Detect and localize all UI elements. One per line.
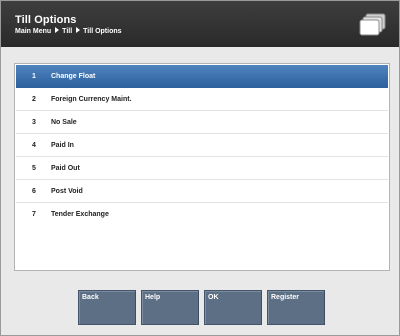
- item-number: 2: [32, 96, 36, 103]
- back-button[interactable]: Back: [78, 290, 136, 325]
- item-label: Paid In: [51, 142, 74, 149]
- list-item[interactable]: 1 Change Float: [16, 65, 388, 88]
- breadcrumb-arrow-icon: [76, 27, 81, 33]
- list-item[interactable]: 5 Paid Out: [16, 157, 388, 180]
- item-label: No Sale: [51, 119, 77, 126]
- item-number: 5: [32, 165, 36, 172]
- breadcrumb-item-main-menu[interactable]: Main Menu: [15, 28, 51, 35]
- list-item[interactable]: 3 No Sale: [16, 111, 388, 134]
- item-number: 6: [32, 188, 36, 195]
- page-title: Till Options: [15, 14, 77, 26]
- breadcrumb-arrow-icon: [55, 27, 60, 33]
- list-item[interactable]: 6 Post Void: [16, 180, 388, 203]
- item-number: 7: [32, 211, 36, 218]
- item-label: Change Float: [51, 73, 96, 80]
- header-bar: Till Options Main Menu Till Till Options: [1, 1, 399, 47]
- item-label: Tender Exchange: [51, 211, 109, 218]
- register-button[interactable]: Register: [267, 290, 325, 325]
- list-item[interactable]: 7 Tender Exchange: [16, 203, 388, 225]
- options-list: 1 Change Float 2 Foreign Currency Maint.…: [14, 63, 390, 271]
- list-item[interactable]: 2 Foreign Currency Maint.: [16, 88, 388, 111]
- breadcrumb: Main Menu Till Till Options: [15, 27, 122, 35]
- item-label: Post Void: [51, 188, 83, 195]
- breadcrumb-item-till-options: Till Options: [83, 28, 122, 35]
- item-label: Paid Out: [51, 165, 80, 172]
- item-label: Foreign Currency Maint.: [51, 96, 132, 103]
- breadcrumb-item-till[interactable]: Till: [62, 28, 72, 35]
- app-window: Till Options Main Menu Till Till Options 1…: [0, 0, 400, 336]
- help-button[interactable]: Help: [141, 290, 199, 325]
- item-number: 4: [32, 142, 36, 149]
- ok-button[interactable]: OK: [204, 290, 262, 325]
- stacked-documents-icon: [359, 13, 386, 36]
- list-item[interactable]: 4 Paid In: [16, 134, 388, 157]
- item-number: 1: [32, 73, 36, 80]
- item-number: 3: [32, 119, 36, 126]
